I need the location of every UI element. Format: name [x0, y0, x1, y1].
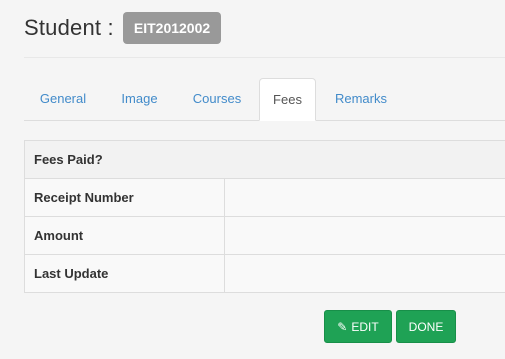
student-id-badge: EIT2012002 — [122, 12, 222, 44]
page-title: Student : — [24, 15, 114, 40]
edit-button-label: EDIT — [351, 320, 379, 334]
fees-paid-heading: Fees Paid? — [34, 152, 103, 167]
table-row: Receipt Number — [25, 179, 505, 217]
pencil-icon: ✎ — [337, 320, 348, 334]
amount-value — [225, 217, 505, 254]
receipt-number-label: Receipt Number — [25, 179, 225, 216]
amount-label: Amount — [25, 217, 225, 254]
tab-image[interactable]: Image — [102, 78, 177, 120]
edit-button[interactable]: ✎ EDIT — [324, 310, 392, 343]
fees-table: Fees Paid? Receipt Number Amount Last Up… — [24, 140, 505, 293]
fees-paid-row: Fees Paid? — [25, 141, 505, 179]
tab-remarks[interactable]: Remarks — [321, 78, 401, 120]
receipt-number-value — [225, 179, 505, 216]
last-update-value — [225, 255, 505, 292]
last-update-label: Last Update — [25, 255, 225, 292]
page-header: Student : EIT2012002 — [24, 12, 222, 44]
tab-courses[interactable]: Courses — [177, 78, 257, 120]
tab-bar: General Image Courses Fees Remarks — [24, 78, 505, 121]
done-button[interactable]: DONE — [396, 310, 456, 343]
tab-general[interactable]: General — [24, 78, 102, 120]
tab-fees[interactable]: Fees — [259, 78, 316, 121]
table-row: Last Update — [25, 255, 505, 292]
header-divider — [24, 57, 505, 58]
done-button-label: DONE — [408, 320, 444, 334]
table-row: Amount — [25, 217, 505, 255]
student-fees-page: Student : EIT2012002 General Image Cours… — [0, 0, 505, 359]
